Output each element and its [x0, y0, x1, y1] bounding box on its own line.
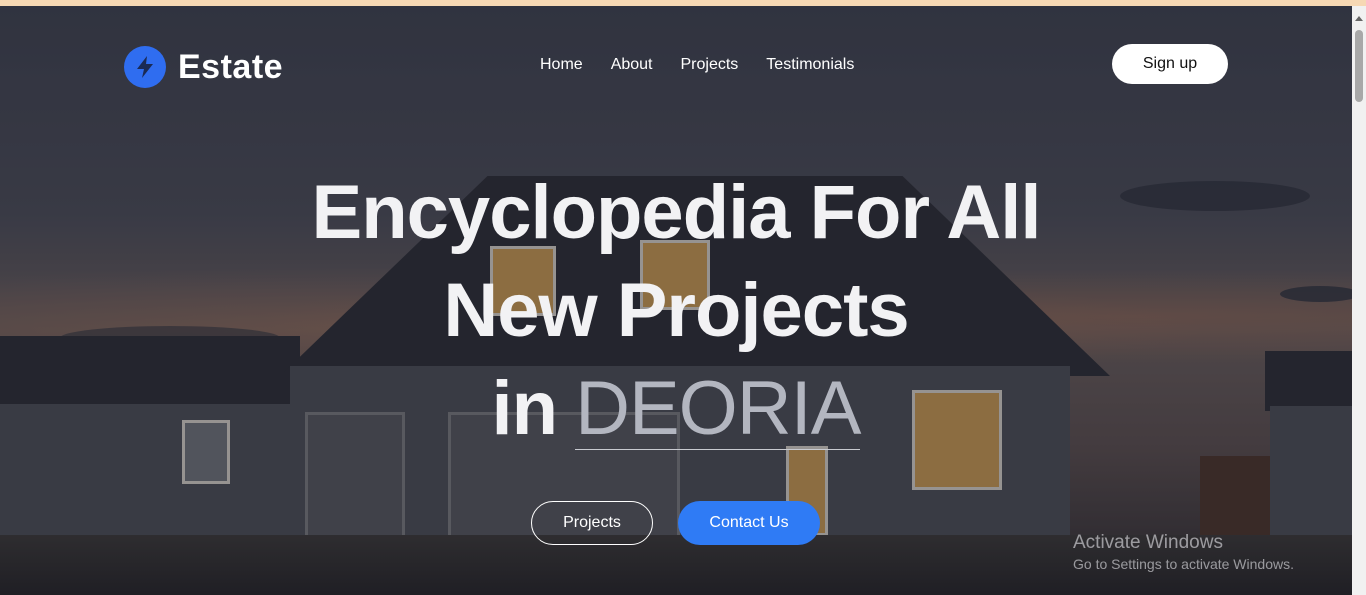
scrollbar[interactable] [1352, 6, 1366, 595]
nav-home[interactable]: Home [540, 56, 583, 74]
scroll-up-arrow-icon[interactable] [1355, 16, 1363, 21]
nav-testimonials[interactable]: Testimonials [766, 56, 854, 74]
headline-line-1: Encyclopedia For All [311, 170, 1042, 255]
hero-headline: Encyclopedia For All New Projects in DEO… [0, 164, 1352, 458]
scroll-thumb[interactable] [1355, 30, 1363, 102]
watermark-subtitle: Go to Settings to activate Windows. [1073, 556, 1294, 572]
headline-line-2: New Projects [443, 268, 909, 353]
windows-activation-watermark: Activate Windows Go to Settings to activ… [1073, 532, 1294, 572]
city-name: DEORIA [575, 366, 861, 451]
projects-button[interactable]: Projects [531, 501, 653, 545]
headline-line-3: in DEORIA [0, 360, 1352, 458]
nav-projects[interactable]: Projects [681, 56, 739, 74]
watermark-title: Activate Windows [1073, 532, 1223, 553]
main-nav: Home About Projects Testimonials [540, 56, 854, 74]
nav-about[interactable]: About [611, 56, 653, 74]
headline-prefix: in [491, 366, 559, 451]
brand-logo[interactable]: Estate [124, 46, 283, 88]
signup-button[interactable]: Sign up [1112, 44, 1228, 84]
lightning-bolt-icon [124, 46, 166, 88]
contact-us-button[interactable]: Contact Us [678, 501, 820, 545]
brand-name: Estate [178, 47, 284, 86]
